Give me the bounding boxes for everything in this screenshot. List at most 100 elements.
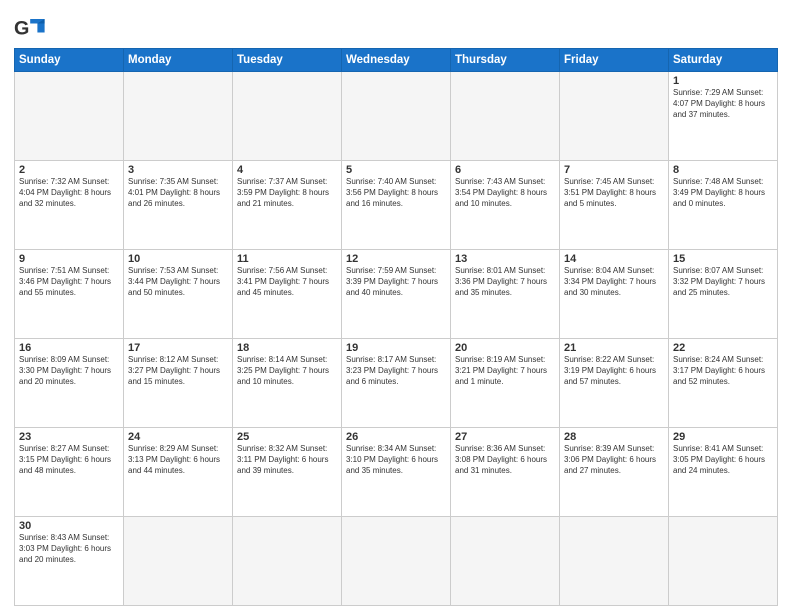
day-number: 29 bbox=[673, 431, 773, 443]
day-number: 23 bbox=[19, 431, 119, 443]
day-cell: 30Sunrise: 8:43 AM Sunset: 3:03 PM Dayli… bbox=[15, 517, 124, 606]
day-cell: 21Sunrise: 8:22 AM Sunset: 3:19 PM Dayli… bbox=[560, 339, 669, 428]
day-cell: 6Sunrise: 7:43 AM Sunset: 3:54 PM Daylig… bbox=[451, 161, 560, 250]
day-info: Sunrise: 7:53 AM Sunset: 3:44 PM Dayligh… bbox=[128, 266, 228, 298]
calendar-header: SundayMondayTuesdayWednesdayThursdayFrid… bbox=[15, 49, 778, 72]
day-info: Sunrise: 8:43 AM Sunset: 3:03 PM Dayligh… bbox=[19, 533, 119, 565]
day-cell: 4Sunrise: 7:37 AM Sunset: 3:59 PM Daylig… bbox=[233, 161, 342, 250]
day-cell: 1Sunrise: 7:29 AM Sunset: 4:07 PM Daylig… bbox=[669, 72, 778, 161]
day-cell bbox=[451, 517, 560, 606]
day-info: Sunrise: 8:24 AM Sunset: 3:17 PM Dayligh… bbox=[673, 355, 773, 387]
day-cell: 3Sunrise: 7:35 AM Sunset: 4:01 PM Daylig… bbox=[124, 161, 233, 250]
weekday-monday: Monday bbox=[124, 49, 233, 72]
weekday-tuesday: Tuesday bbox=[233, 49, 342, 72]
day-cell: 8Sunrise: 7:48 AM Sunset: 3:49 PM Daylig… bbox=[669, 161, 778, 250]
day-number: 7 bbox=[564, 164, 664, 176]
day-number: 3 bbox=[128, 164, 228, 176]
day-info: Sunrise: 8:41 AM Sunset: 3:05 PM Dayligh… bbox=[673, 444, 773, 476]
day-number: 9 bbox=[19, 253, 119, 265]
header: G bbox=[14, 10, 778, 42]
day-cell bbox=[233, 72, 342, 161]
day-info: Sunrise: 8:17 AM Sunset: 3:23 PM Dayligh… bbox=[346, 355, 446, 387]
day-number: 28 bbox=[564, 431, 664, 443]
svg-text:G: G bbox=[14, 17, 29, 39]
logo-icon: G bbox=[14, 14, 50, 42]
day-cell: 17Sunrise: 8:12 AM Sunset: 3:27 PM Dayli… bbox=[124, 339, 233, 428]
day-info: Sunrise: 8:39 AM Sunset: 3:06 PM Dayligh… bbox=[564, 444, 664, 476]
weekday-row: SundayMondayTuesdayWednesdayThursdayFrid… bbox=[15, 49, 778, 72]
day-cell: 23Sunrise: 8:27 AM Sunset: 3:15 PM Dayli… bbox=[15, 428, 124, 517]
week-row-5: 30Sunrise: 8:43 AM Sunset: 3:03 PM Dayli… bbox=[15, 517, 778, 606]
day-info: Sunrise: 7:56 AM Sunset: 3:41 PM Dayligh… bbox=[237, 266, 337, 298]
week-row-3: 16Sunrise: 8:09 AM Sunset: 3:30 PM Dayli… bbox=[15, 339, 778, 428]
day-number: 16 bbox=[19, 342, 119, 354]
day-number: 10 bbox=[128, 253, 228, 265]
day-cell: 22Sunrise: 8:24 AM Sunset: 3:17 PM Dayli… bbox=[669, 339, 778, 428]
day-info: Sunrise: 7:35 AM Sunset: 4:01 PM Dayligh… bbox=[128, 177, 228, 209]
day-cell: 12Sunrise: 7:59 AM Sunset: 3:39 PM Dayli… bbox=[342, 250, 451, 339]
day-info: Sunrise: 8:07 AM Sunset: 3:32 PM Dayligh… bbox=[673, 266, 773, 298]
day-number: 21 bbox=[564, 342, 664, 354]
day-info: Sunrise: 7:40 AM Sunset: 3:56 PM Dayligh… bbox=[346, 177, 446, 209]
day-cell: 9Sunrise: 7:51 AM Sunset: 3:46 PM Daylig… bbox=[15, 250, 124, 339]
day-number: 6 bbox=[455, 164, 555, 176]
day-info: Sunrise: 7:59 AM Sunset: 3:39 PM Dayligh… bbox=[346, 266, 446, 298]
day-cell: 15Sunrise: 8:07 AM Sunset: 3:32 PM Dayli… bbox=[669, 250, 778, 339]
day-cell bbox=[124, 517, 233, 606]
day-cell: 10Sunrise: 7:53 AM Sunset: 3:44 PM Dayli… bbox=[124, 250, 233, 339]
weekday-wednesday: Wednesday bbox=[342, 49, 451, 72]
day-info: Sunrise: 8:32 AM Sunset: 3:11 PM Dayligh… bbox=[237, 444, 337, 476]
day-number: 14 bbox=[564, 253, 664, 265]
week-row-4: 23Sunrise: 8:27 AM Sunset: 3:15 PM Dayli… bbox=[15, 428, 778, 517]
day-info: Sunrise: 8:29 AM Sunset: 3:13 PM Dayligh… bbox=[128, 444, 228, 476]
day-cell: 24Sunrise: 8:29 AM Sunset: 3:13 PM Dayli… bbox=[124, 428, 233, 517]
day-info: Sunrise: 8:04 AM Sunset: 3:34 PM Dayligh… bbox=[564, 266, 664, 298]
weekday-thursday: Thursday bbox=[451, 49, 560, 72]
day-number: 5 bbox=[346, 164, 446, 176]
day-info: Sunrise: 7:48 AM Sunset: 3:49 PM Dayligh… bbox=[673, 177, 773, 209]
day-cell: 20Sunrise: 8:19 AM Sunset: 3:21 PM Dayli… bbox=[451, 339, 560, 428]
day-number: 8 bbox=[673, 164, 773, 176]
day-number: 1 bbox=[673, 75, 773, 87]
day-info: Sunrise: 8:22 AM Sunset: 3:19 PM Dayligh… bbox=[564, 355, 664, 387]
day-cell: 18Sunrise: 8:14 AM Sunset: 3:25 PM Dayli… bbox=[233, 339, 342, 428]
day-number: 15 bbox=[673, 253, 773, 265]
day-cell bbox=[342, 517, 451, 606]
day-number: 27 bbox=[455, 431, 555, 443]
day-cell: 27Sunrise: 8:36 AM Sunset: 3:08 PM Dayli… bbox=[451, 428, 560, 517]
day-number: 4 bbox=[237, 164, 337, 176]
day-info: Sunrise: 8:36 AM Sunset: 3:08 PM Dayligh… bbox=[455, 444, 555, 476]
day-cell bbox=[560, 517, 669, 606]
logo: G bbox=[14, 14, 54, 42]
day-info: Sunrise: 7:45 AM Sunset: 3:51 PM Dayligh… bbox=[564, 177, 664, 209]
day-cell bbox=[124, 72, 233, 161]
day-cell bbox=[560, 72, 669, 161]
day-cell bbox=[15, 72, 124, 161]
day-cell bbox=[233, 517, 342, 606]
day-info: Sunrise: 8:12 AM Sunset: 3:27 PM Dayligh… bbox=[128, 355, 228, 387]
day-cell: 11Sunrise: 7:56 AM Sunset: 3:41 PM Dayli… bbox=[233, 250, 342, 339]
day-number: 12 bbox=[346, 253, 446, 265]
day-cell: 2Sunrise: 7:32 AM Sunset: 4:04 PM Daylig… bbox=[15, 161, 124, 250]
day-cell: 16Sunrise: 8:09 AM Sunset: 3:30 PM Dayli… bbox=[15, 339, 124, 428]
day-cell bbox=[342, 72, 451, 161]
calendar-body: 1Sunrise: 7:29 AM Sunset: 4:07 PM Daylig… bbox=[15, 72, 778, 606]
day-info: Sunrise: 8:14 AM Sunset: 3:25 PM Dayligh… bbox=[237, 355, 337, 387]
weekday-saturday: Saturday bbox=[669, 49, 778, 72]
day-cell: 5Sunrise: 7:40 AM Sunset: 3:56 PM Daylig… bbox=[342, 161, 451, 250]
day-info: Sunrise: 8:19 AM Sunset: 3:21 PM Dayligh… bbox=[455, 355, 555, 387]
week-row-1: 2Sunrise: 7:32 AM Sunset: 4:04 PM Daylig… bbox=[15, 161, 778, 250]
day-number: 20 bbox=[455, 342, 555, 354]
day-info: Sunrise: 7:51 AM Sunset: 3:46 PM Dayligh… bbox=[19, 266, 119, 298]
day-cell: 28Sunrise: 8:39 AM Sunset: 3:06 PM Dayli… bbox=[560, 428, 669, 517]
day-number: 13 bbox=[455, 253, 555, 265]
day-number: 2 bbox=[19, 164, 119, 176]
day-info: Sunrise: 8:27 AM Sunset: 3:15 PM Dayligh… bbox=[19, 444, 119, 476]
page: G SundayMondayTuesdayWednesdayThursdayFr… bbox=[0, 0, 792, 612]
day-info: Sunrise: 8:01 AM Sunset: 3:36 PM Dayligh… bbox=[455, 266, 555, 298]
day-cell: 26Sunrise: 8:34 AM Sunset: 3:10 PM Dayli… bbox=[342, 428, 451, 517]
day-cell: 25Sunrise: 8:32 AM Sunset: 3:11 PM Dayli… bbox=[233, 428, 342, 517]
day-info: Sunrise: 7:43 AM Sunset: 3:54 PM Dayligh… bbox=[455, 177, 555, 209]
weekday-friday: Friday bbox=[560, 49, 669, 72]
day-number: 22 bbox=[673, 342, 773, 354]
